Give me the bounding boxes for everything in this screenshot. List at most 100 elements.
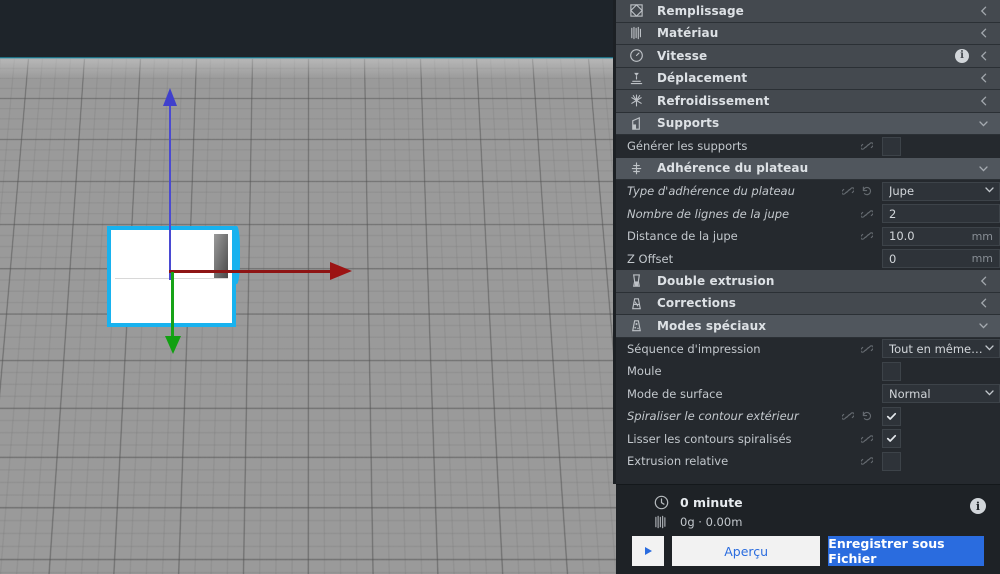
setting-label: Nombre de lignes de la jupe xyxy=(627,206,790,221)
print-summary-bar: 0 minute 0g · 0.00m i Aperçu Enregistrer… xyxy=(616,484,1000,574)
setting-unit: mm xyxy=(971,252,993,266)
category-info-icon[interactable]: i xyxy=(955,48,969,63)
chevron-left-icon[interactable] xyxy=(979,298,989,308)
save-to-file-button[interactable]: Enregistrer sous Fichier xyxy=(828,536,984,566)
category-refroidissement[interactable]: Refroidissement xyxy=(616,90,1000,113)
axis-z xyxy=(169,95,171,280)
category-corrections[interactable]: Corrections xyxy=(616,292,1000,315)
category-double-extrusion[interactable]: Double extrusion xyxy=(616,270,1000,293)
setting-input[interactable]: 10.0 mm xyxy=(882,226,1000,246)
category-label: Refroidissement xyxy=(657,93,770,108)
chevron-left-icon[interactable] xyxy=(979,6,989,16)
category-supports[interactable]: Supports xyxy=(616,112,1000,135)
category-label: Adhérence du plateau xyxy=(657,161,809,176)
setting-value: 2 xyxy=(889,206,897,221)
category-label: Remplissage xyxy=(657,3,744,18)
setting-checkbox[interactable] xyxy=(882,136,901,156)
setting-icons xyxy=(842,410,873,422)
setting-icons xyxy=(842,185,873,197)
category-modes-speciaux[interactable]: Modes spéciaux xyxy=(616,315,1000,338)
setting-distance-de-la-jupe: Distance de la jupe 10.0 mm xyxy=(616,225,1000,248)
chevron-left-icon[interactable] xyxy=(979,73,989,83)
category-label: Modes spéciaux xyxy=(657,318,767,333)
info-icon[interactable]: i xyxy=(970,498,986,514)
setting-z-offset: Z Offset 0 mm xyxy=(616,248,1000,271)
setting-label: Moule xyxy=(627,364,662,379)
setting-type-d-adherence-du-plateau: Type d'adhérence du plateau Jupe xyxy=(616,180,1000,203)
setting-select[interactable]: Jupe xyxy=(882,181,1000,201)
category-label: Double extrusion xyxy=(657,273,775,288)
setting-checkbox[interactable] xyxy=(882,406,901,426)
link-profile-icon[interactable] xyxy=(861,455,873,467)
action-buttons: Aperçu Enregistrer sous Fichier xyxy=(632,536,984,566)
material-usage-row: 0g · 0.00m xyxy=(632,515,984,529)
chevron-left-icon[interactable] xyxy=(979,96,989,106)
infill-icon xyxy=(625,3,647,19)
slice-play-button[interactable] xyxy=(632,536,664,566)
setting-extrusion-relative: Extrusion relative xyxy=(616,450,1000,473)
setting-checkbox[interactable] xyxy=(882,451,901,471)
link-profile-icon[interactable] xyxy=(861,433,873,445)
link-profile-icon[interactable] xyxy=(842,185,854,197)
setting-select[interactable]: Tout en même te… xyxy=(882,339,1000,359)
setting-control xyxy=(882,429,1000,449)
category-label: Corrections xyxy=(657,296,737,311)
preview-button[interactable]: Aperçu xyxy=(672,536,821,566)
category-remplissage[interactable]: Remplissage xyxy=(616,0,1000,23)
category-deplacement[interactable]: Déplacement xyxy=(616,67,1000,90)
setting-select[interactable]: Normal xyxy=(882,384,1000,404)
settings-list[interactable]: Remplissage Matériau Vitesse i Déplacement Re… xyxy=(616,0,1000,484)
category-adherence-du-plateau[interactable]: Adhérence du plateau xyxy=(616,157,1000,180)
print-settings-panel: Remplissage Matériau Vitesse i Déplacement Re… xyxy=(613,0,1000,574)
setting-generer-les-supports: Générer les supports xyxy=(616,135,1000,158)
setting-label: Mode de surface xyxy=(627,386,723,401)
axis-x xyxy=(169,270,334,273)
model-selection-edge xyxy=(232,226,240,284)
viewport-background xyxy=(0,0,616,58)
category-label: Vitesse xyxy=(657,48,708,63)
revert-icon[interactable] xyxy=(861,410,873,422)
link-profile-icon[interactable] xyxy=(861,230,873,242)
travel-icon xyxy=(625,70,647,86)
setting-checkbox[interactable] xyxy=(882,361,901,381)
setting-checkbox[interactable] xyxy=(882,429,901,449)
setting-value: Jupe xyxy=(889,184,915,199)
setting-control xyxy=(882,451,1000,471)
revert-icon[interactable] xyxy=(861,185,873,197)
3d-viewport[interactable] xyxy=(0,0,616,574)
chevron-left-icon[interactable] xyxy=(979,51,989,61)
setting-control: Tout en même te… xyxy=(882,339,1000,359)
adhesion-icon xyxy=(625,160,647,176)
chevron-down-icon xyxy=(984,387,995,401)
setting-control: Normal xyxy=(882,384,1000,404)
setting-moule: Moule xyxy=(616,360,1000,383)
setting-input[interactable]: 0 mm xyxy=(882,249,1000,269)
setting-control: Jupe xyxy=(882,181,1000,201)
axis-y-arrowhead xyxy=(165,336,181,354)
link-profile-icon[interactable] xyxy=(861,343,873,355)
link-profile-icon[interactable] xyxy=(861,208,873,220)
cooling-icon xyxy=(625,93,647,109)
category-label: Déplacement xyxy=(657,71,748,86)
link-profile-icon[interactable] xyxy=(861,140,873,152)
setting-icons xyxy=(861,208,873,220)
build-plate-grid xyxy=(0,58,616,574)
chevron-left-icon[interactable] xyxy=(979,28,989,38)
setting-icons xyxy=(861,140,873,152)
setting-control: 0 mm xyxy=(882,249,1000,269)
chevron-left-icon[interactable] xyxy=(979,276,989,286)
chevron-down-icon[interactable] xyxy=(978,163,989,174)
category-vitesse[interactable]: Vitesse i xyxy=(616,45,1000,68)
setting-label: Générer les supports xyxy=(627,139,748,154)
setting-label: Z Offset xyxy=(627,251,674,266)
chevron-down-icon[interactable] xyxy=(978,118,989,129)
setting-icons xyxy=(861,433,873,445)
setting-input[interactable]: 2 xyxy=(882,204,1000,224)
chevron-down-icon[interactable] xyxy=(978,320,989,331)
category-materiau[interactable]: Matériau xyxy=(616,22,1000,45)
special-modes-icon xyxy=(625,318,647,334)
setting-mode-de-surface: Mode de surface Normal xyxy=(616,383,1000,406)
panel-gutter xyxy=(613,0,616,484)
link-profile-icon[interactable] xyxy=(842,410,854,422)
setting-control: 2 xyxy=(882,204,1000,224)
